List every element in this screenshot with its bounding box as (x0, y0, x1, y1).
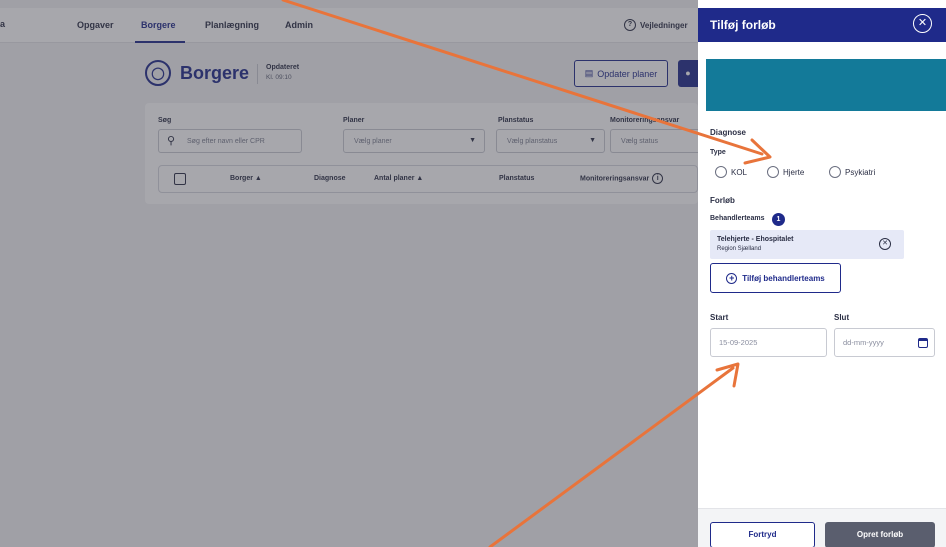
start-label: Start (710, 313, 729, 322)
diagnosis-section-title: Diagnose (710, 128, 747, 137)
radio-circle (829, 166, 841, 178)
radio-hjerte[interactable]: Hjerte (767, 166, 804, 178)
start-date-value: 15-09-2025 (719, 338, 758, 347)
course-section-title: Forløb (710, 196, 735, 205)
redacted-citizen-info (706, 59, 946, 111)
create-course-button[interactable]: Opret forløb (825, 522, 935, 547)
start-date-input[interactable]: 15-09-2025 (710, 328, 827, 357)
team-region: Region Sjælland (717, 246, 762, 252)
add-course-panel: Tilføj forløb ✕ Diagnose Type KOL Hjerte… (698, 8, 946, 547)
team-name: Telehjerte - Ehospitalet (717, 236, 794, 243)
radio-psykiatri-label: Psykiatri (845, 167, 876, 177)
end-date-input[interactable]: dd-mm-yyyy (834, 328, 935, 357)
radio-kol-label: KOL (731, 167, 748, 177)
teams-label: Behandlerteams (710, 215, 765, 222)
panel-footer: Fortryd Opret forløb (698, 508, 946, 547)
remove-team-icon[interactable]: ✕ (879, 238, 891, 250)
plus-circle-icon: + (726, 272, 738, 284)
add-team-label: Tilføj behandlerteams (742, 273, 825, 283)
radio-psykiatri[interactable]: Psykiatri (829, 166, 875, 178)
end-label: Slut (834, 313, 850, 322)
screenshot-root: a Opgaver Borgere Planlægning Admin ? Ve… (0, 0, 946, 547)
cancel-button[interactable]: Fortryd (710, 522, 815, 547)
panel-header: Tilføj forløb ✕ (698, 8, 946, 42)
radio-circle (767, 166, 779, 178)
radio-circle (715, 166, 727, 178)
team-card: Telehjerte - Ehospitalet Region Sjælland… (710, 230, 904, 259)
end-date-placeholder: dd-mm-yyyy (843, 338, 884, 347)
close-icon[interactable]: ✕ (913, 14, 932, 33)
calendar-icon[interactable] (918, 338, 928, 348)
type-label: Type (710, 149, 726, 156)
panel-title: Tilføj forløb (710, 18, 776, 32)
radio-hjerte-label: Hjerte (783, 167, 805, 177)
radio-kol[interactable]: KOL (715, 166, 747, 178)
teams-count-badge: 1 (772, 213, 785, 226)
modal-backdrop[interactable] (0, 0, 698, 547)
add-team-button[interactable]: + Tilføj behandlerteams (710, 263, 841, 293)
